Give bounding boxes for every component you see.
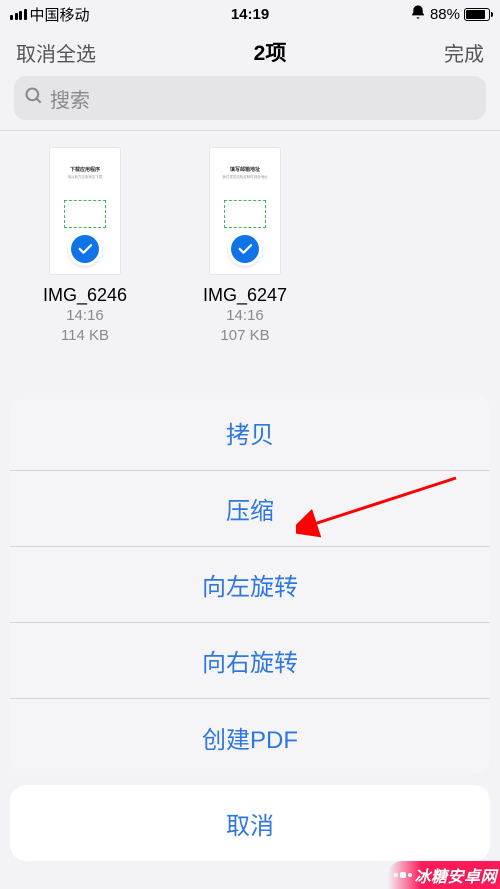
watermark: 冰糖安卓网 (388, 861, 500, 889)
action-rotate-left[interactable]: 向左旋转 (10, 547, 490, 623)
action-create-pdf[interactable]: 创建PDF (10, 699, 490, 775)
action-sheet-group: 拷贝 压缩 向左旋转 向右旋转 创建PDF (10, 395, 490, 775)
action-compress[interactable]: 压缩 (10, 471, 490, 547)
cancel-button[interactable]: 取消 (10, 785, 490, 861)
action-rotate-right[interactable]: 向右旋转 (10, 623, 490, 699)
watermark-text: 冰糖安卓网 (414, 863, 497, 887)
action-copy[interactable]: 拷贝 (10, 395, 490, 471)
action-sheet: 拷贝 压缩 向左旋转 向右旋转 创建PDF 取消 (0, 395, 500, 889)
watermark-logo-icon (400, 872, 406, 878)
